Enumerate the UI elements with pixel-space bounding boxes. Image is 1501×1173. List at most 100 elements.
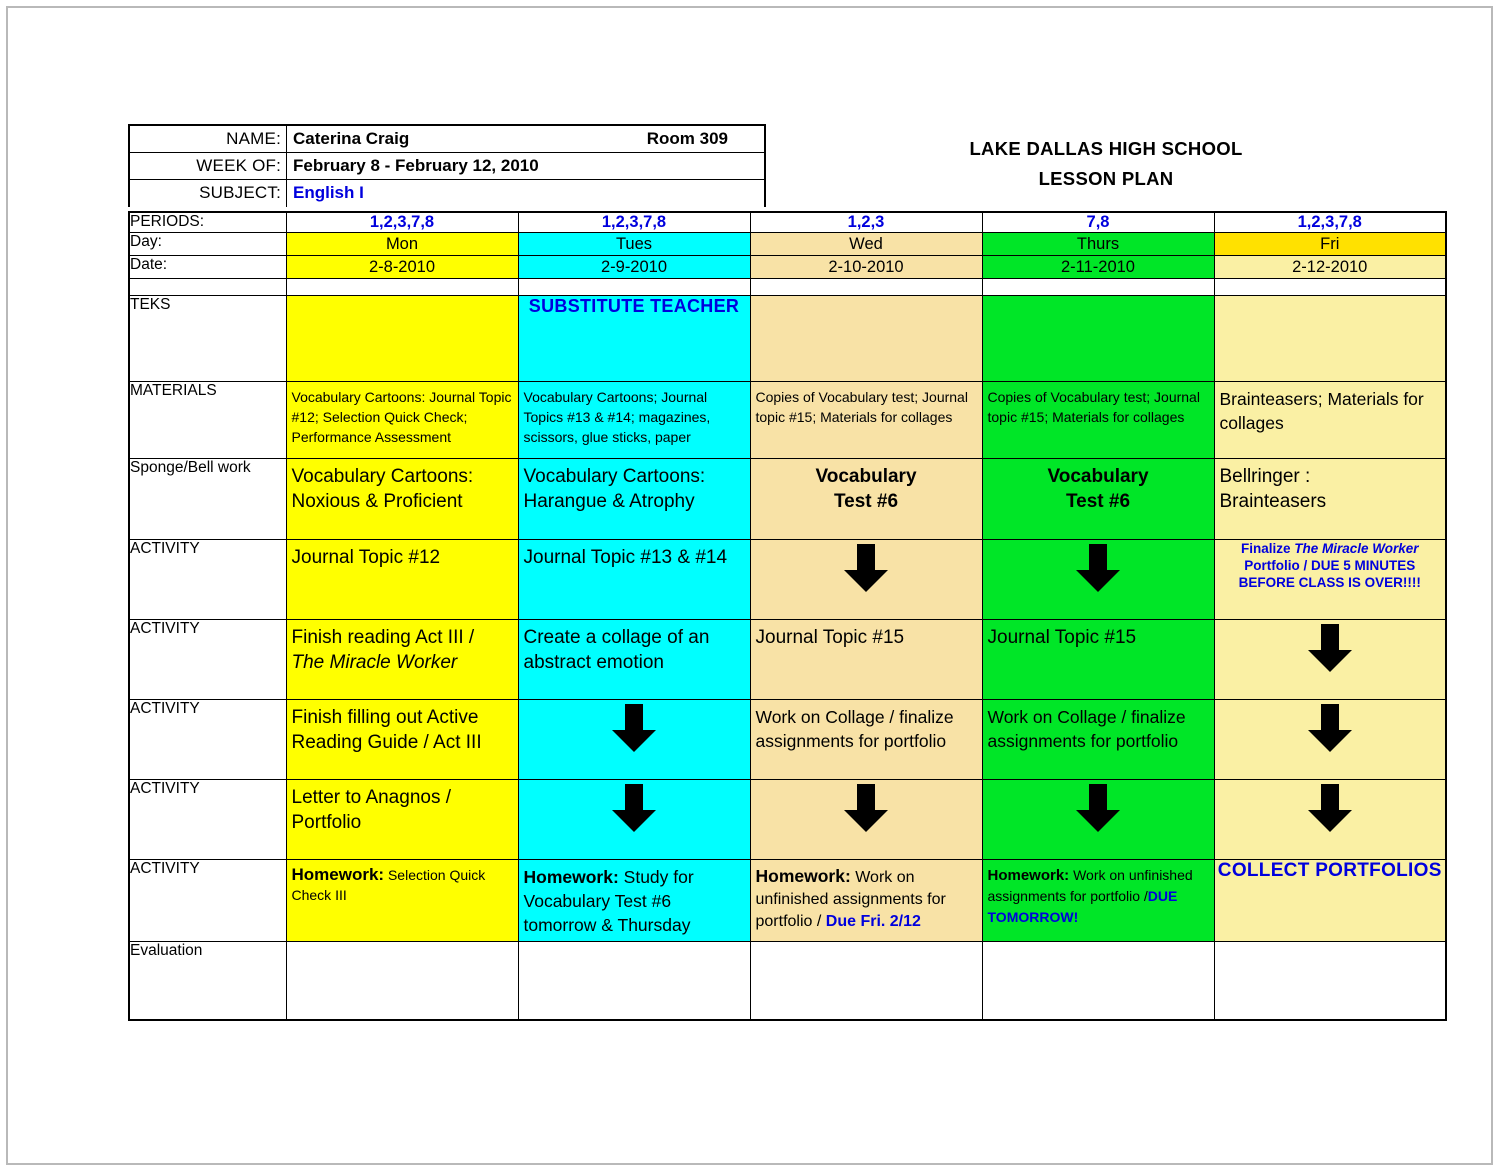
materials-tues-text: Vocabulary Cartoons; Journal Topics #13 … <box>523 389 711 445</box>
activity4-fri <box>1213 779 1447 860</box>
activity2-tues-line2: abstract emotion <box>523 652 664 673</box>
activity1-fri: Finalize The Miracle Worker Portfolio / … <box>1213 539 1447 620</box>
substitute-teacher-note: SUBSTITUTE TEACHER <box>528 296 740 317</box>
activity3-mon-text: Finish filling out Active Reading Guide … <box>291 707 482 753</box>
finalize-suffix: Portfolio / DUE 5 MINUTES BEFORE CLASS I… <box>1238 558 1421 590</box>
table-row-homework: ACTIVITY Homework: Selection Quick Check… <box>128 859 1447 942</box>
sponge-mon-text: Vocabulary Cartoons: Noxious & Proficien… <box>291 466 474 512</box>
row-label-day: Day: <box>128 232 287 256</box>
down-arrow-icon <box>983 781 1213 837</box>
sponge-wed-line1: Vocabulary <box>815 466 917 487</box>
periods-mon: 1,2,3,7,8 <box>285 211 519 233</box>
teks-thurs <box>981 295 1215 382</box>
activity3-mon: Finish filling out Active Reading Guide … <box>285 699 519 780</box>
finalize-prefix: Finalize <box>1240 541 1295 556</box>
spacer-mon <box>285 278 519 296</box>
sponge-wed-line2: Test #6 <box>833 491 899 512</box>
row-label-teks: TEKS <box>128 295 287 382</box>
row-label-activity-5: ACTIVITY <box>128 859 287 942</box>
spacer-tues <box>517 278 751 296</box>
materials-fri-text: Brainteasers; Materials for collages <box>1219 389 1424 433</box>
table-row-activity-1: ACTIVITY Journal Topic #12 Journal Topic… <box>128 539 1447 620</box>
row-label-activity-3: ACTIVITY <box>128 699 287 780</box>
homework-thurs-label: Homework: <box>987 867 1070 884</box>
activity1-tues-text: Journal Topic #13 & #14 <box>523 547 728 568</box>
row-label-materials: MATERIALS <box>128 381 287 459</box>
spacer-thurs <box>981 278 1215 296</box>
sponge-fri: Bellringer : Brainteasers <box>1213 458 1447 540</box>
teks-mon <box>285 295 519 382</box>
school-title: LAKE DALLAS HIGH SCHOOL LESSON PLAN <box>766 124 1446 194</box>
row-label-sponge: Sponge/Bell work <box>128 458 287 540</box>
evaluation-wed <box>749 941 983 1020</box>
day-fri: Fri <box>1213 232 1447 256</box>
homework-tues: Homework: Study for Vocabulary Test #6 t… <box>517 859 751 942</box>
activity4-mon-text: Letter to Anagnos / Portfolio <box>291 787 452 833</box>
subject-row: SUBJECT: English I <box>130 180 764 207</box>
name-row: NAME: Caterina Craig Room 309 <box>130 126 764 153</box>
periods-wed: 1,2,3 <box>749 211 983 233</box>
activity1-wed <box>749 539 983 620</box>
activity2-mon: Finish reading Act III / The Miracle Wor… <box>285 619 519 700</box>
lesson-plan-table: PERIODS: 1,2,3,7,8 1,2,3,7,8 1,2,3 7,8 1… <box>128 211 1447 1021</box>
date-wed: 2-10-2010 <box>749 255 983 279</box>
activity2-wed-text: Journal Topic #15 <box>755 627 905 648</box>
date-mon: 2-8-2010 <box>285 255 519 279</box>
homework-wed-label: Homework: <box>755 866 851 886</box>
table-row-spacer <box>128 278 1447 296</box>
sponge-fri-line2: Brainteasers <box>1219 491 1327 512</box>
room-number: Room 309 <box>646 129 728 148</box>
evaluation-tues <box>517 941 751 1020</box>
activity1-tues: Journal Topic #13 & #14 <box>517 539 751 620</box>
sponge-wed: Vocabulary Test #6 <box>749 458 983 540</box>
activity2-thurs-text: Journal Topic #15 <box>987 627 1137 648</box>
periods-fri: 1,2,3,7,8 <box>1213 211 1447 233</box>
down-arrow-icon <box>1215 621 1445 677</box>
activity2-tues-line1: Create a collage of an <box>523 627 710 648</box>
spacer-label <box>128 278 287 296</box>
row-label-date: Date: <box>128 255 287 279</box>
activity2-mon-line2: The Miracle Worker <box>291 652 458 673</box>
activity1-mon-text: Journal Topic #12 <box>291 547 441 568</box>
activity4-wed <box>749 779 983 860</box>
materials-wed-text: Copies of Vocabulary test; Journal topic… <box>755 389 968 425</box>
materials-thurs-text: Copies of Vocabulary test; Journal topic… <box>987 389 1200 425</box>
activity4-mon: Letter to Anagnos / Portfolio <box>285 779 519 860</box>
week-label: WEEK OF: <box>130 153 287 179</box>
down-arrow-icon <box>1215 781 1445 837</box>
materials-mon-text: Vocabulary Cartoons: Journal Topic #12; … <box>291 389 512 445</box>
sponge-mon: Vocabulary Cartoons: Noxious & Proficien… <box>285 458 519 540</box>
subject-label: SUBJECT: <box>130 180 287 207</box>
materials-thurs: Copies of Vocabulary test; Journal topic… <box>981 381 1215 459</box>
activity4-thurs <box>981 779 1215 860</box>
teks-wed <box>749 295 983 382</box>
sponge-thurs-line2: Test #6 <box>1065 491 1131 512</box>
activity2-mon-line1: Finish reading Act III / <box>291 627 475 648</box>
activity3-thurs-text: Work on Collage / finalize assignments f… <box>987 707 1186 751</box>
down-arrow-icon <box>1215 701 1445 757</box>
table-row-sponge: Sponge/Bell work Vocabulary Cartoons: No… <box>128 458 1447 540</box>
activity4-tues <box>517 779 751 860</box>
homework-thurs: Homework: Work on unfinished assignments… <box>981 859 1215 942</box>
school-name: LAKE DALLAS HIGH SCHOOL <box>969 138 1243 159</box>
teks-tues: SUBSTITUTE TEACHER <box>517 295 751 382</box>
homework-wed-due: Due Fri. 2/12 <box>825 913 921 930</box>
date-tues: 2-9-2010 <box>517 255 751 279</box>
sponge-fri-line1: Bellringer : <box>1219 466 1311 487</box>
table-row-periods: PERIODS: 1,2,3,7,8 1,2,3,7,8 1,2,3 7,8 1… <box>128 211 1447 233</box>
activity1-thurs <box>981 539 1215 620</box>
materials-tues: Vocabulary Cartoons; Journal Topics #13 … <box>517 381 751 459</box>
homework-wed: Homework: Work on unfinished assignments… <box>749 859 983 942</box>
materials-mon: Vocabulary Cartoons: Journal Topic #12; … <box>285 381 519 459</box>
activity3-fri <box>1213 699 1447 780</box>
activity3-tues <box>517 699 751 780</box>
row-label-evaluation: Evaluation <box>128 941 287 1020</box>
activity3-thurs: Work on Collage / finalize assignments f… <box>981 699 1215 780</box>
collect-portfolios-note: COLLECT PORTFOLIOS <box>1217 860 1442 882</box>
table-row-date: Date: 2-8-2010 2-9-2010 2-10-2010 2-11-2… <box>128 255 1447 279</box>
date-fri: 2-12-2010 <box>1213 255 1447 279</box>
day-tues: Tues <box>517 232 751 256</box>
header-block: NAME: Caterina Craig Room 309 WEEK OF: F… <box>128 124 1446 207</box>
homework-mon: Homework: Selection Quick Check III <box>285 859 519 942</box>
table-row-teks: TEKS SUBSTITUTE TEACHER <box>128 295 1447 382</box>
